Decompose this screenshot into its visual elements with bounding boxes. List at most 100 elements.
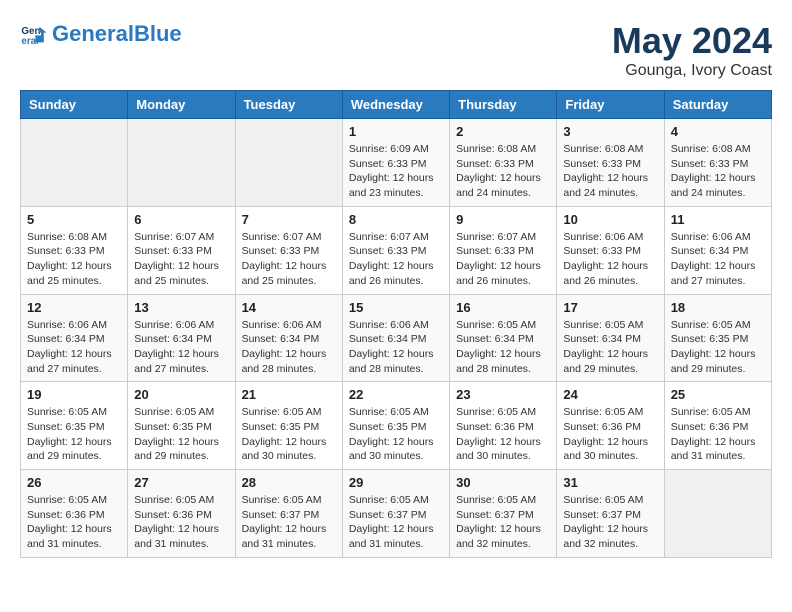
calendar-cell: 7 Sunrise: 6:07 AM Sunset: 6:33 PM Daylig… [235, 206, 342, 294]
calendar-cell: 30 Sunrise: 6:05 AM Sunset: 6:37 PM Dayli… [450, 470, 557, 558]
calendar-cell: 5 Sunrise: 6:08 AM Sunset: 6:33 PM Daylig… [21, 206, 128, 294]
calendar-cell: 27Sunrise: 6:05 AM Sunset: 6:36 PM Dayli… [128, 470, 235, 558]
day-number: 17 [563, 300, 657, 315]
day-info: Sunrise: 6:05 AM Sunset: 6:37 PM Dayligh… [456, 493, 550, 552]
calendar-cell: 29 Sunrise: 6:05 AM Sunset: 6:37 PM Dayli… [342, 470, 449, 558]
day-info: Sunrise: 6:05 AM Sunset: 6:36 PM Dayligh… [671, 405, 765, 464]
day-info: Sunrise: 6:05 AM Sunset: 6:36 PM Dayligh… [27, 493, 121, 552]
day-number: 20 [134, 387, 228, 402]
title-block: May 2024 Gounga, Ivory Coast [612, 20, 772, 80]
calendar-cell: 16Sunrise: 6:05 AM Sunset: 6:34 PM Dayli… [450, 294, 557, 382]
weekday-header-tuesday: Tuesday [235, 91, 342, 119]
calendar-cell: 21Sunrise: 6:05 AM Sunset: 6:35 PM Dayli… [235, 382, 342, 470]
day-number: 27 [134, 475, 228, 490]
weekday-header-row: SundayMondayTuesdayWednesdayThursdayFrid… [21, 91, 772, 119]
day-number: 3 [563, 124, 657, 139]
calendar-week-row: 5 Sunrise: 6:08 AM Sunset: 6:33 PM Daylig… [21, 206, 772, 294]
calendar-cell: 11 Sunrise: 6:06 AM Sunset: 6:34 PM Dayli… [664, 206, 771, 294]
calendar-cell [21, 119, 128, 207]
calendar-cell: 3 Sunrise: 6:08 AM Sunset: 6:33 PM Daylig… [557, 119, 664, 207]
day-number: 25 [671, 387, 765, 402]
day-number: 5 [27, 212, 121, 227]
day-number: 28 [242, 475, 336, 490]
day-info: Sunrise: 6:05 AM Sunset: 6:36 PM Dayligh… [563, 405, 657, 464]
day-number: 6 [134, 212, 228, 227]
day-number: 14 [242, 300, 336, 315]
day-info: Sunrise: 6:07 AM Sunset: 6:33 PM Dayligh… [242, 230, 336, 289]
day-info: Sunrise: 6:06 AM Sunset: 6:34 PM Dayligh… [671, 230, 765, 289]
calendar-cell: 6 Sunrise: 6:07 AM Sunset: 6:33 PM Daylig… [128, 206, 235, 294]
day-number: 24 [563, 387, 657, 402]
calendar-cell: 19Sunrise: 6:05 AM Sunset: 6:35 PM Dayli… [21, 382, 128, 470]
calendar-title: May 2024 [612, 20, 772, 62]
day-number: 26 [27, 475, 121, 490]
day-number: 19 [27, 387, 121, 402]
day-info: Sunrise: 6:05 AM Sunset: 6:37 PM Dayligh… [349, 493, 443, 552]
day-number: 30 [456, 475, 550, 490]
day-number: 13 [134, 300, 228, 315]
day-info: Sunrise: 6:08 AM Sunset: 6:33 PM Dayligh… [27, 230, 121, 289]
weekday-header-thursday: Thursday [450, 91, 557, 119]
day-info: Sunrise: 6:05 AM Sunset: 6:35 PM Dayligh… [134, 405, 228, 464]
day-number: 4 [671, 124, 765, 139]
day-info: Sunrise: 6:08 AM Sunset: 6:33 PM Dayligh… [671, 142, 765, 201]
logo-icon: Gen eral [20, 20, 48, 48]
calendar-cell: 31 Sunrise: 6:05 AM Sunset: 6:37 PM Dayli… [557, 470, 664, 558]
calendar-cell: 23Sunrise: 6:05 AM Sunset: 6:36 PM Dayli… [450, 382, 557, 470]
header: Gen eral GeneralBlue May 2024 Gounga, Iv… [20, 20, 772, 80]
calendar-cell: 17 Sunrise: 6:05 AM Sunset: 6:34 PM Dayli… [557, 294, 664, 382]
day-info: Sunrise: 6:08 AM Sunset: 6:33 PM Dayligh… [456, 142, 550, 201]
day-number: 15 [349, 300, 443, 315]
day-number: 11 [671, 212, 765, 227]
calendar-cell: 20 Sunrise: 6:05 AM Sunset: 6:35 PM Dayli… [128, 382, 235, 470]
calendar-cell: 24 Sunrise: 6:05 AM Sunset: 6:36 PM Dayli… [557, 382, 664, 470]
weekday-header-monday: Monday [128, 91, 235, 119]
day-number: 31 [563, 475, 657, 490]
calendar-cell [664, 470, 771, 558]
day-info: Sunrise: 6:09 AM Sunset: 6:33 PM Dayligh… [349, 142, 443, 201]
calendar-cell: 25 Sunrise: 6:05 AM Sunset: 6:36 PM Dayli… [664, 382, 771, 470]
calendar-cell: 13 Sunrise: 6:06 AM Sunset: 6:34 PM Dayli… [128, 294, 235, 382]
day-info: Sunrise: 6:05 AM Sunset: 6:35 PM Dayligh… [671, 318, 765, 377]
calendar-cell: 4 Sunrise: 6:08 AM Sunset: 6:33 PM Daylig… [664, 119, 771, 207]
calendar-cell: 18 Sunrise: 6:05 AM Sunset: 6:35 PM Dayli… [664, 294, 771, 382]
calendar-week-row: 12 Sunrise: 6:06 AM Sunset: 6:34 PM Dayli… [21, 294, 772, 382]
calendar-week-row: 26 Sunrise: 6:05 AM Sunset: 6:36 PM Dayli… [21, 470, 772, 558]
calendar-week-row: 1 Sunrise: 6:09 AM Sunset: 6:33 PM Daylig… [21, 119, 772, 207]
day-number: 12 [27, 300, 121, 315]
weekday-header-friday: Friday [557, 91, 664, 119]
calendar-cell: 14 Sunrise: 6:06 AM Sunset: 6:34 PM Dayli… [235, 294, 342, 382]
day-info: Sunrise: 6:08 AM Sunset: 6:33 PM Dayligh… [563, 142, 657, 201]
day-info: Sunrise: 6:07 AM Sunset: 6:33 PM Dayligh… [134, 230, 228, 289]
weekday-header-wednesday: Wednesday [342, 91, 449, 119]
logo-text: GeneralBlue [52, 23, 182, 45]
day-number: 29 [349, 475, 443, 490]
calendar-cell [235, 119, 342, 207]
day-info: Sunrise: 6:05 AM Sunset: 6:34 PM Dayligh… [563, 318, 657, 377]
weekday-header-saturday: Saturday [664, 91, 771, 119]
calendar-cell: 10Sunrise: 6:06 AM Sunset: 6:33 PM Dayli… [557, 206, 664, 294]
day-info: Sunrise: 6:06 AM Sunset: 6:34 PM Dayligh… [27, 318, 121, 377]
calendar-week-row: 19 Sunrise: 6:05 AM Sunset: 6:35 PM Dayli… [21, 382, 772, 470]
day-number: 1 [349, 124, 443, 139]
day-number: 7 [242, 212, 336, 227]
day-number: 18 [671, 300, 765, 315]
calendar-cell: 2Sunrise: 6:08 AM Sunset: 6:33 PM Daylig… [450, 119, 557, 207]
day-info: Sunrise: 6:05 AM Sunset: 6:35 PM Dayligh… [349, 405, 443, 464]
day-info: Sunrise: 6:07 AM Sunset: 6:33 PM Dayligh… [349, 230, 443, 289]
day-info: Sunrise: 6:06 AM Sunset: 6:34 PM Dayligh… [134, 318, 228, 377]
weekday-header-sunday: Sunday [21, 91, 128, 119]
calendar-subtitle: Gounga, Ivory Coast [612, 62, 772, 80]
day-info: Sunrise: 6:05 AM Sunset: 6:37 PM Dayligh… [242, 493, 336, 552]
calendar-cell: 26 Sunrise: 6:05 AM Sunset: 6:36 PM Dayli… [21, 470, 128, 558]
calendar-cell: 12 Sunrise: 6:06 AM Sunset: 6:34 PM Dayli… [21, 294, 128, 382]
day-number: 8 [349, 212, 443, 227]
day-info: Sunrise: 6:05 AM Sunset: 6:37 PM Dayligh… [563, 493, 657, 552]
calendar-cell: 1 Sunrise: 6:09 AM Sunset: 6:33 PM Daylig… [342, 119, 449, 207]
day-info: Sunrise: 6:06 AM Sunset: 6:33 PM Dayligh… [563, 230, 657, 289]
calendar-cell: 22 Sunrise: 6:05 AM Sunset: 6:35 PM Dayli… [342, 382, 449, 470]
calendar-cell: 15Sunrise: 6:06 AM Sunset: 6:34 PM Dayli… [342, 294, 449, 382]
day-number: 22 [349, 387, 443, 402]
day-info: Sunrise: 6:06 AM Sunset: 6:34 PM Dayligh… [242, 318, 336, 377]
day-number: 21 [242, 387, 336, 402]
